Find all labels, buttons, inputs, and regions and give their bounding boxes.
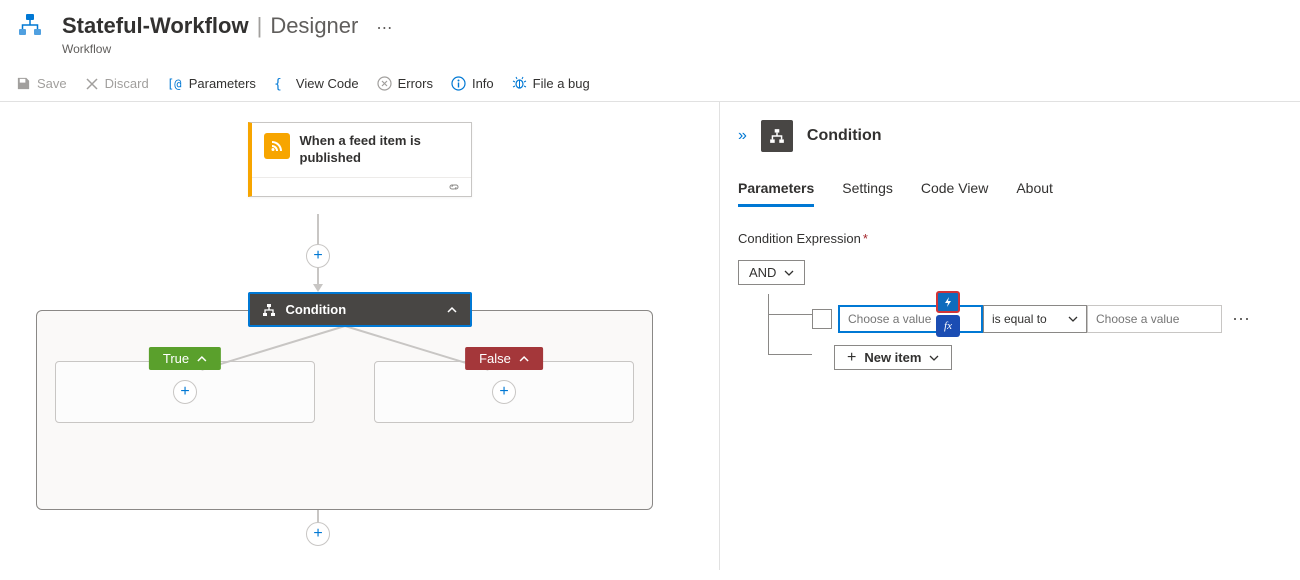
command-bar: Save Discard [@] Parameters { } View Cod…	[0, 66, 1300, 102]
link-icon	[447, 182, 461, 192]
error-icon	[377, 76, 392, 91]
info-button[interactable]: Info	[451, 76, 494, 91]
trigger-card[interactable]: When a feed item is published	[248, 122, 472, 197]
condition-card[interactable]: Condition	[248, 292, 472, 327]
add-step-button[interactable]: +	[306, 244, 330, 268]
discard-button[interactable]: Discard	[85, 76, 149, 91]
details-panel: » Condition Parameters Settings Code Vie…	[720, 102, 1300, 570]
chevron-up-icon	[519, 354, 529, 364]
collapse-panel-button[interactable]: »	[738, 127, 747, 145]
tab-settings[interactable]: Settings	[842, 180, 893, 207]
view-code-button[interactable]: { } View Code	[274, 76, 359, 91]
row-checkbox[interactable]	[812, 309, 832, 329]
panel-title: Condition	[807, 127, 882, 145]
condition-scope: True + False +	[36, 310, 653, 510]
info-icon	[451, 76, 466, 91]
trigger-title: When a feed item is published	[300, 133, 459, 167]
value-left-input[interactable]	[838, 305, 983, 333]
parameters-icon: [@]	[167, 77, 183, 91]
page-title: Stateful-Workflow	[62, 13, 249, 39]
condition-icon	[262, 303, 276, 317]
braces-icon: { }	[274, 77, 290, 91]
operator-select[interactable]: is equal to	[983, 305, 1087, 333]
workflow-icon	[16, 12, 44, 40]
add-step-after-button[interactable]: +	[306, 522, 330, 546]
tab-parameters[interactable]: Parameters	[738, 180, 814, 207]
designer-canvas[interactable]: When a feed item is published + Conditio…	[0, 102, 720, 570]
bug-icon	[512, 76, 527, 91]
expression-button[interactable]: fx	[936, 315, 960, 337]
chevron-down-icon	[929, 353, 939, 363]
svg-text:[@]: [@]	[167, 77, 183, 91]
condition-icon	[761, 120, 793, 152]
save-button[interactable]: Save	[16, 76, 67, 91]
tab-about[interactable]: About	[1016, 180, 1053, 207]
save-icon	[16, 76, 31, 91]
rss-icon	[264, 133, 290, 159]
add-true-action-button[interactable]: +	[173, 380, 197, 404]
x-icon	[85, 77, 99, 91]
panel-tabs: Parameters Settings Code View About	[738, 180, 1270, 207]
value-right-input[interactable]	[1087, 305, 1222, 333]
page-section: Designer	[270, 13, 358, 39]
new-item-button[interactable]: + New item	[834, 345, 952, 370]
chevron-up-icon	[197, 354, 207, 364]
errors-button[interactable]: Errors	[377, 76, 433, 91]
true-branch-header[interactable]: True	[149, 347, 221, 370]
row-more-button[interactable]: ⋯	[1232, 309, 1252, 330]
and-operator-select[interactable]: AND	[738, 260, 805, 285]
file-bug-button[interactable]: File a bug	[512, 76, 590, 91]
chevron-down-icon	[1068, 314, 1078, 324]
parameters-button[interactable]: [@] Parameters	[167, 76, 256, 91]
add-false-action-button[interactable]: +	[492, 380, 516, 404]
tab-code-view[interactable]: Code View	[921, 180, 988, 207]
title-more-button[interactable]: ⋯	[376, 18, 392, 38]
svg-text:{ }: { }	[274, 77, 290, 91]
chevron-down-icon	[784, 268, 794, 278]
true-branch-card: +	[55, 361, 315, 423]
chevron-up-icon	[446, 304, 458, 316]
page-subtitle: Workflow	[0, 42, 1300, 56]
false-branch-card: +	[374, 361, 634, 423]
dynamic-content-button[interactable]	[936, 291, 960, 313]
field-label: Condition Expression*	[738, 231, 1270, 246]
false-branch-header[interactable]: False	[465, 347, 543, 370]
condition-title: Condition	[286, 302, 347, 317]
